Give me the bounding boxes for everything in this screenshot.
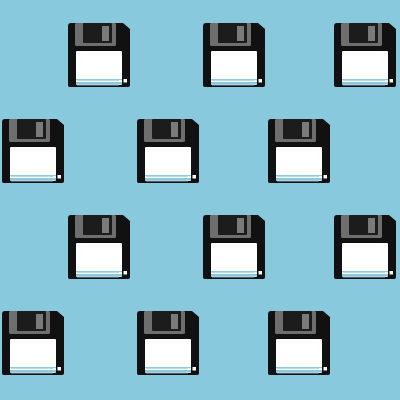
floppy-disk-icon bbox=[137, 311, 199, 375]
floppy-disk-icon bbox=[268, 311, 330, 375]
floppy-disk-icon bbox=[2, 311, 64, 375]
floppy-disk-icon bbox=[68, 23, 130, 87]
floppy-disk-pattern bbox=[0, 0, 400, 400]
floppy-disk-icon bbox=[268, 119, 330, 183]
floppy-disk-icon bbox=[334, 215, 396, 279]
floppy-disk-icon bbox=[68, 215, 130, 279]
floppy-disk-icon bbox=[2, 119, 64, 183]
floppy-disk-icon bbox=[137, 119, 199, 183]
floppy-disk-icon bbox=[334, 23, 396, 87]
floppy-disk-icon bbox=[203, 23, 265, 87]
floppy-disk-icon bbox=[203, 215, 265, 279]
